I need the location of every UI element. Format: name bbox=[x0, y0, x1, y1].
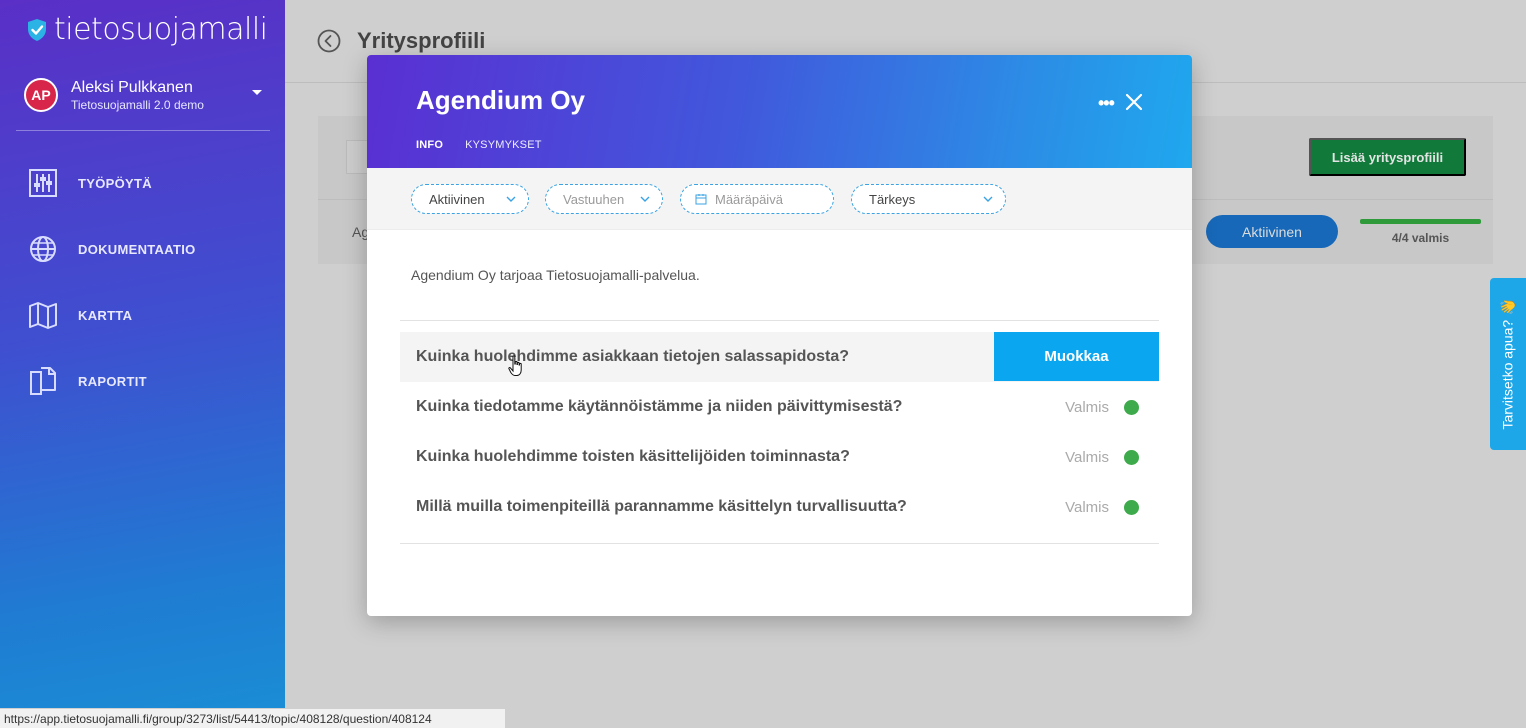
due-date-placeholder: Määräpäivä bbox=[715, 191, 783, 207]
user-org: Tietosuojamalli 2.0 demo bbox=[71, 97, 204, 112]
question-text: Kuinka tiedotamme käytännöistämme ja nii… bbox=[416, 398, 903, 415]
logo-text: tietosuojamalli bbox=[54, 12, 268, 47]
help-tab-label: Tarvitsetko apua? 👋 bbox=[1499, 298, 1516, 430]
question-list: Kuinka huolehdimme asiakkaan tietojen sa… bbox=[400, 332, 1159, 532]
edit-button[interactable]: Muokkaa bbox=[994, 332, 1159, 381]
sidebar-item-label: TYÖPÖYTÄ bbox=[78, 175, 152, 191]
calendar-icon bbox=[695, 194, 707, 205]
map-icon bbox=[29, 302, 57, 329]
status-dot bbox=[1124, 399, 1139, 415]
add-profile-button[interactable]: Lisää yritysprofiili bbox=[1309, 138, 1466, 176]
modal-tabs: INFO KYSYMYKSET bbox=[416, 139, 542, 151]
question-status: Valmis bbox=[1065, 398, 1109, 416]
logo[interactable]: tietosuojamalli bbox=[26, 12, 268, 47]
sidebar-item-label: DOKUMENTAATIO bbox=[78, 241, 196, 257]
status-dot bbox=[1124, 499, 1139, 515]
browser-status-url: https://app.tietosuojamalli.fi/group/327… bbox=[0, 708, 506, 728]
due-date-input[interactable]: Määräpäivä bbox=[680, 184, 834, 214]
profile-modal: Agendium Oy ••• INFO KYSYMYKSET Aktiivin… bbox=[367, 55, 1192, 616]
status-select-value: Aktiivinen bbox=[429, 191, 485, 207]
avatar: AP bbox=[24, 78, 58, 112]
documents-icon bbox=[30, 367, 56, 395]
responsible-select-placeholder: Vastuuhen bbox=[563, 191, 625, 207]
globe-icon bbox=[30, 236, 56, 262]
modal-header: Agendium Oy ••• INFO KYSYMYKSET bbox=[367, 55, 1192, 168]
priority-select[interactable]: Tärkeys bbox=[851, 184, 1006, 214]
question-text: Millä muilla toimenpiteillä parannamme k… bbox=[416, 498, 907, 515]
divider bbox=[400, 320, 1159, 321]
question-row[interactable]: Millä muilla toimenpiteillä parannamme k… bbox=[400, 482, 1159, 532]
divider bbox=[400, 543, 1159, 544]
sidebar-divider bbox=[16, 130, 270, 131]
progress-bar bbox=[1360, 219, 1481, 224]
question-row[interactable]: Kuinka huolehdimme asiakkaan tietojen sa… bbox=[400, 332, 1159, 382]
user-name: Aleksi Pulkkanen bbox=[71, 78, 193, 96]
sidebar: tietosuojamalli AP Aleksi Pulkkanen Tiet… bbox=[0, 0, 285, 728]
priority-select-value: Tärkeys bbox=[869, 191, 916, 207]
question-row[interactable]: Kuinka tiedotamme käytännöistämme ja nii… bbox=[400, 382, 1159, 432]
caret-down-icon bbox=[252, 90, 262, 95]
close-icon[interactable] bbox=[1125, 93, 1143, 111]
status-dot bbox=[1124, 449, 1139, 465]
status-badge[interactable]: Aktiivinen bbox=[1206, 215, 1338, 248]
status-select[interactable]: Aktiivinen bbox=[411, 184, 529, 214]
question-text: Kuinka huolehdimme asiakkaan tietojen sa… bbox=[416, 348, 850, 365]
help-tab[interactable]: Tarvitsetko apua? 👋 bbox=[1490, 278, 1526, 450]
question-row[interactable]: Kuinka huolehdimme toisten käsittelijöid… bbox=[400, 432, 1159, 482]
hand-cursor-icon bbox=[508, 355, 522, 376]
profile-description: Agendium Oy tarjoaa Tietosuojamalli-palv… bbox=[411, 267, 700, 283]
question-text: Kuinka huolehdimme toisten käsittelijöid… bbox=[416, 448, 850, 465]
sidebar-item-raportit[interactable]: RAPORTIT bbox=[28, 348, 196, 414]
shield-icon bbox=[28, 18, 46, 41]
question-status: Valmis bbox=[1065, 448, 1109, 466]
responsible-select[interactable]: Vastuuhen bbox=[545, 184, 663, 214]
chevron-down-icon bbox=[983, 196, 993, 202]
sidebar-item-tyopoyta[interactable]: TYÖPÖYTÄ bbox=[28, 150, 196, 216]
user-menu[interactable]: AP Aleksi Pulkkanen Tietosuojamalli 2.0 … bbox=[24, 76, 270, 114]
tab-kysymykset[interactable]: KYSYMYKSET bbox=[465, 139, 542, 151]
sliders-icon bbox=[29, 169, 57, 197]
sidebar-item-kartta[interactable]: KARTTA bbox=[28, 282, 196, 348]
progress-text: 4/4 valmis bbox=[1391, 231, 1450, 245]
page-title: Yritysprofiili bbox=[357, 28, 486, 53]
sidebar-item-label: RAPORTIT bbox=[78, 373, 147, 389]
tab-info[interactable]: INFO bbox=[416, 139, 443, 151]
sidebar-nav: TYÖPÖYTÄ DOKUMENTAATIO KARTTA RAPORTIT bbox=[28, 150, 196, 414]
more-icon[interactable]: ••• bbox=[1098, 93, 1115, 114]
chevron-down-icon bbox=[640, 196, 650, 202]
sidebar-item-label: KARTTA bbox=[78, 307, 133, 323]
filter-bar: Aktiivinen Vastuuhen Määräpäivä Tärkeys bbox=[367, 168, 1192, 230]
chevron-down-icon bbox=[506, 196, 516, 202]
modal-title: Agendium Oy bbox=[416, 85, 586, 115]
sidebar-item-dokumentaatio[interactable]: DOKUMENTAATIO bbox=[28, 216, 196, 282]
question-status: Valmis bbox=[1065, 498, 1109, 516]
back-icon[interactable] bbox=[317, 29, 341, 53]
